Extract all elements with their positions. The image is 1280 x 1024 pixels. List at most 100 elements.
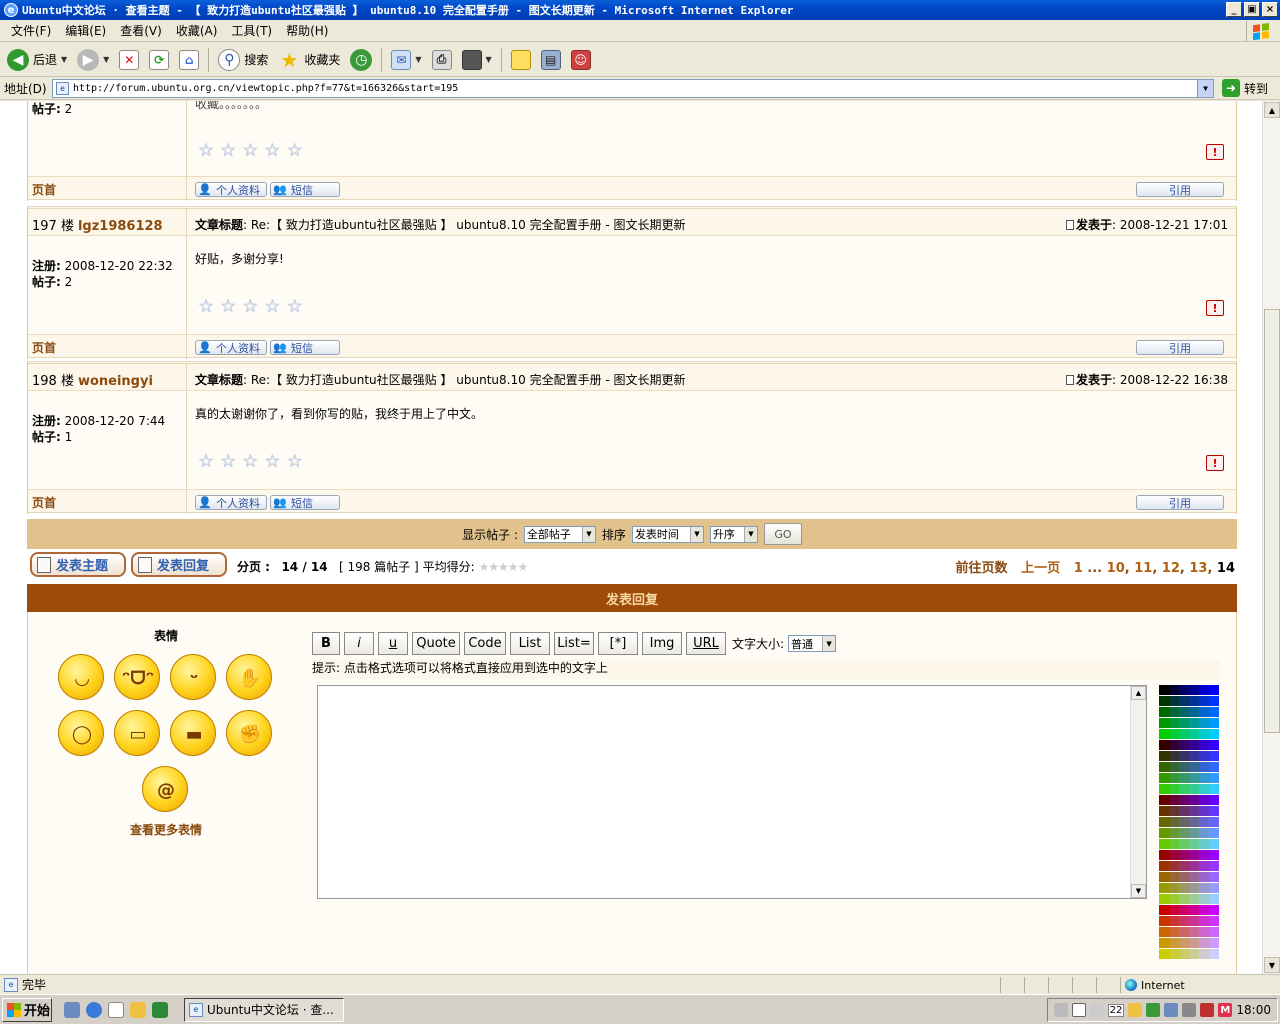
color-swatch[interactable] [1169, 817, 1179, 827]
color-swatch[interactable] [1159, 685, 1169, 695]
snicker-emoticon-icon[interactable]: ✊ [226, 710, 272, 756]
keyboard-icon[interactable] [1053, 1003, 1068, 1017]
color-swatch[interactable] [1169, 707, 1179, 717]
star-icon[interactable]: ☆ [220, 453, 236, 471]
color-swatch[interactable] [1179, 784, 1189, 794]
prev-page-link[interactable]: 上一页 [1021, 561, 1060, 576]
color-swatch[interactable] [1169, 905, 1179, 915]
color-swatch[interactable] [1169, 773, 1179, 783]
date-badge[interactable]: 22 [1107, 1003, 1125, 1017]
color-swatch[interactable] [1209, 861, 1219, 871]
quote-format-button[interactable]: Quote [412, 632, 460, 655]
color-swatch[interactable] [1199, 762, 1209, 772]
address-dropdown-icon[interactable]: ▼ [1197, 79, 1213, 97]
star-icon[interactable]: ☆ [220, 298, 236, 316]
quote-button[interactable]: 引用 [1136, 340, 1224, 355]
color-swatch[interactable] [1179, 916, 1189, 926]
back-button[interactable]: ◀ 后退 ▼ [4, 46, 70, 74]
research-button[interactable]: ▤ [538, 46, 564, 74]
color-swatch[interactable] [1209, 938, 1219, 948]
color-swatch[interactable] [1169, 839, 1179, 849]
star-icon[interactable]: ☆ [242, 142, 258, 160]
color-swatch[interactable] [1189, 817, 1199, 827]
color-swatch[interactable] [1209, 949, 1219, 959]
color-swatch[interactable] [1199, 740, 1209, 750]
pm-button[interactable]: 👥 短信 [270, 182, 340, 197]
font-size-select[interactable]: 普通 ▼ [788, 635, 837, 652]
color-swatch[interactable] [1159, 828, 1169, 838]
color-swatch[interactable] [1189, 927, 1199, 937]
color-swatch[interactable] [1179, 861, 1189, 871]
color-swatch[interactable] [1169, 685, 1179, 695]
page-content[interactable]: 帖子: 2 收藏。。。。。。。 ☆ ☆ ☆ ☆ ☆ ! 页首 👤 个人资料 👥 短信 引用 … [0, 101, 1262, 974]
color-swatch[interactable] [1199, 718, 1209, 728]
star-icon[interactable]: ☆ [198, 298, 214, 316]
color-swatch[interactable] [1199, 883, 1209, 893]
tray-app-icon[interactable] [1200, 1003, 1215, 1017]
color-swatch[interactable] [1199, 784, 1209, 794]
scroll-up-icon[interactable]: ▲ [1264, 102, 1280, 118]
color-swatch[interactable] [1209, 751, 1219, 761]
discuss-button[interactable] [508, 46, 534, 74]
color-swatch[interactable] [1189, 916, 1199, 926]
color-swatch[interactable] [1179, 707, 1189, 717]
color-swatch[interactable] [1209, 927, 1219, 937]
color-swatch[interactable] [1209, 850, 1219, 860]
color-swatch[interactable] [1159, 850, 1169, 860]
report-post-icon[interactable]: ! [1206, 455, 1224, 471]
help-icon[interactable] [1071, 1003, 1086, 1017]
color-swatch[interactable] [1179, 696, 1189, 706]
color-swatch[interactable] [1169, 938, 1179, 948]
taskbar-ie-window[interactable]: e Ubuntu中文论坛 · 查... [184, 997, 344, 1022]
star-icon[interactable]: ☆ [264, 142, 280, 160]
color-swatch[interactable] [1159, 905, 1169, 915]
back-to-top-link[interactable]: 页首 [32, 494, 56, 511]
color-swatch[interactable] [1169, 850, 1179, 860]
show-desktop-icon[interactable] [64, 1001, 80, 1018]
color-swatch[interactable] [1199, 938, 1209, 948]
sweat-emoticon-icon[interactable]: ▭ [114, 710, 160, 756]
notepad-icon[interactable] [108, 1001, 124, 1018]
new-topic-button[interactable]: 发表主题 [30, 552, 126, 577]
reply-button[interactable]: 发表回复 [131, 552, 227, 577]
sort-go-button[interactable]: GO [763, 523, 802, 545]
grin-emoticon-icon[interactable]: ▬ [170, 710, 216, 756]
color-swatch[interactable] [1179, 773, 1189, 783]
color-swatch[interactable] [1209, 839, 1219, 849]
color-swatch[interactable] [1159, 751, 1169, 761]
color-swatch[interactable] [1179, 795, 1189, 805]
color-swatch[interactable] [1189, 938, 1199, 948]
color-swatch[interactable] [1169, 806, 1179, 816]
profile-button[interactable]: 👤 个人资料 [195, 182, 267, 197]
menu-edit[interactable]: 编辑(E) [58, 22, 113, 39]
color-swatch[interactable] [1189, 872, 1199, 882]
code-button[interactable]: Code [464, 632, 506, 655]
color-swatch[interactable] [1169, 861, 1179, 871]
color-swatch[interactable] [1159, 872, 1169, 882]
color-swatch[interactable] [1209, 685, 1219, 695]
color-swatch[interactable] [1179, 751, 1189, 761]
color-swatch[interactable] [1199, 916, 1209, 926]
color-swatch[interactable] [1169, 740, 1179, 750]
history-button[interactable]: ◷ [347, 46, 375, 74]
color-swatch[interactable] [1189, 861, 1199, 871]
list-button[interactable]: List [510, 632, 550, 655]
smile-emoticon-icon[interactable]: ◡ [58, 654, 104, 700]
restore-button[interactable]: ▣ [1244, 2, 1260, 17]
security-zone[interactable]: Internet [1120, 977, 1280, 993]
color-swatch[interactable] [1199, 927, 1209, 937]
page-scrollbar[interactable]: ▲ ▼ [1262, 101, 1280, 974]
search-button[interactable]: ⚲ 搜索 [215, 46, 271, 74]
color-swatch[interactable] [1159, 729, 1169, 739]
color-swatch[interactable] [1209, 817, 1219, 827]
more-emoticons-link[interactable]: 查看更多表情 [28, 821, 304, 838]
mail-button[interactable]: ✉ ▼ [388, 46, 424, 74]
page-link-1[interactable]: 1 [1074, 561, 1083, 576]
color-swatch[interactable] [1169, 784, 1179, 794]
color-swatch[interactable] [1169, 751, 1179, 761]
favorites-button[interactable]: ★ 收藏夹 [275, 46, 343, 74]
tray-app-icon[interactable] [1182, 1003, 1197, 1017]
message-textarea[interactable]: ▲ ▼ [317, 685, 1147, 899]
color-swatch[interactable] [1159, 718, 1169, 728]
back-to-top-link[interactable]: 页首 [32, 339, 56, 356]
